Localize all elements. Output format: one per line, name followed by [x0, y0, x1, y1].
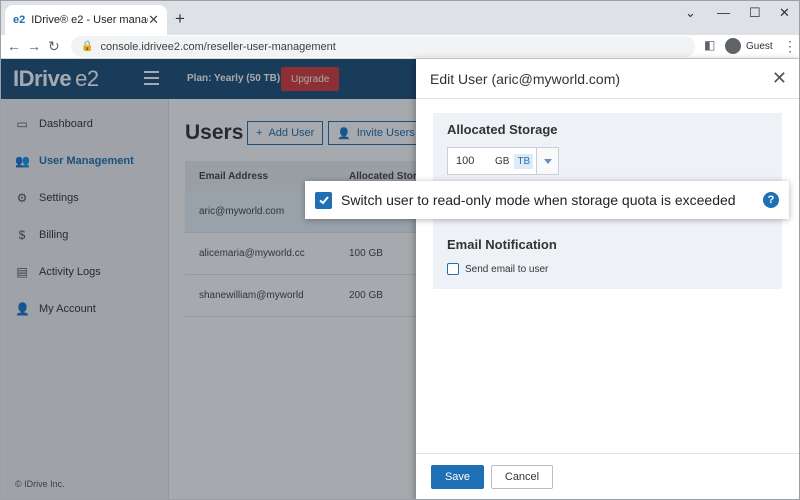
- tab-bar: e2 IDrive® e2 - User management ✕ + ⌄ — …: [1, 1, 799, 35]
- allocated-storage-title: Allocated Storage: [447, 122, 558, 137]
- browser-tab[interactable]: e2 IDrive® e2 - User management ✕: [5, 5, 167, 35]
- minimize-button[interactable]: —: [717, 5, 730, 20]
- edit-user-drawer: Edit User (aric@myworld.com) ✕ Allocated…: [416, 59, 799, 499]
- email-notification-title: Email Notification: [447, 237, 557, 252]
- close-icon[interactable]: ✕: [772, 68, 787, 89]
- drawer-title: Edit User (aric@myworld.com): [430, 71, 621, 87]
- address-bar-row: ← → ↻ 🔒 console.idrivee2.com/reseller-us…: [1, 35, 799, 59]
- storage-input-group: 100 GB TB: [447, 147, 559, 175]
- tab-close-icon[interactable]: ✕: [148, 12, 159, 28]
- drawer-footer: Save Cancel: [416, 453, 799, 499]
- maximize-button[interactable]: ☐: [749, 5, 761, 21]
- modal-backdrop[interactable]: [1, 59, 416, 499]
- unit-tb-option[interactable]: TB: [514, 153, 534, 169]
- chevron-down-icon: [543, 158, 552, 164]
- read-only-checkbox[interactable]: [315, 191, 332, 209]
- unit-gb-option[interactable]: GB: [492, 154, 512, 169]
- idrive-favicon: e2: [13, 14, 26, 26]
- avatar-icon: [725, 38, 741, 54]
- unit-dropdown-button[interactable]: [536, 148, 558, 174]
- reload-icon[interactable]: ↻: [48, 38, 60, 55]
- forward-icon[interactable]: →: [27, 38, 41, 54]
- email-notification-card: Email Notification Send email to user: [433, 217, 782, 289]
- cancel-button[interactable]: Cancel: [491, 465, 553, 489]
- help-icon[interactable]: ?: [763, 192, 779, 208]
- tab-title: IDrive® e2 - User management: [31, 14, 148, 26]
- profile-button[interactable]: Guest: [725, 38, 773, 54]
- back-icon[interactable]: ←: [7, 38, 21, 54]
- side-panel-icon[interactable]: ◧: [704, 38, 715, 52]
- checkmark-icon: [318, 196, 329, 205]
- drawer-header: Edit User (aric@myworld.com) ✕: [416, 59, 799, 99]
- read-only-option[interactable]: Switch user to read-only mode when stora…: [305, 181, 789, 219]
- send-email-checkbox[interactable]: [447, 263, 459, 275]
- new-tab-button[interactable]: +: [175, 9, 185, 29]
- send-email-row[interactable]: Send email to user: [447, 263, 548, 275]
- save-button[interactable]: Save: [431, 465, 484, 489]
- browser-menu-icon[interactable]: ⋮: [783, 38, 797, 55]
- send-email-label: Send email to user: [465, 263, 549, 275]
- window-close-button[interactable]: ✕: [779, 5, 790, 21]
- browser-window: e2 IDrive® e2 - User management ✕ + ⌄ — …: [0, 0, 800, 500]
- tab-search-icon[interactable]: ⌄: [685, 5, 696, 21]
- storage-input[interactable]: 100: [448, 155, 492, 167]
- lock-icon: 🔒: [81, 41, 94, 52]
- profile-label: Guest: [746, 40, 773, 52]
- allocated-storage-card: Allocated Storage 100 GB TB: [433, 113, 782, 183]
- url-field[interactable]: 🔒 console.idrivee2.com/reseller-user-man…: [71, 36, 695, 57]
- read-only-label: Switch user to read-only mode when stora…: [341, 192, 736, 208]
- url-text: console.idrivee2.com/reseller-user-manag…: [100, 40, 336, 53]
